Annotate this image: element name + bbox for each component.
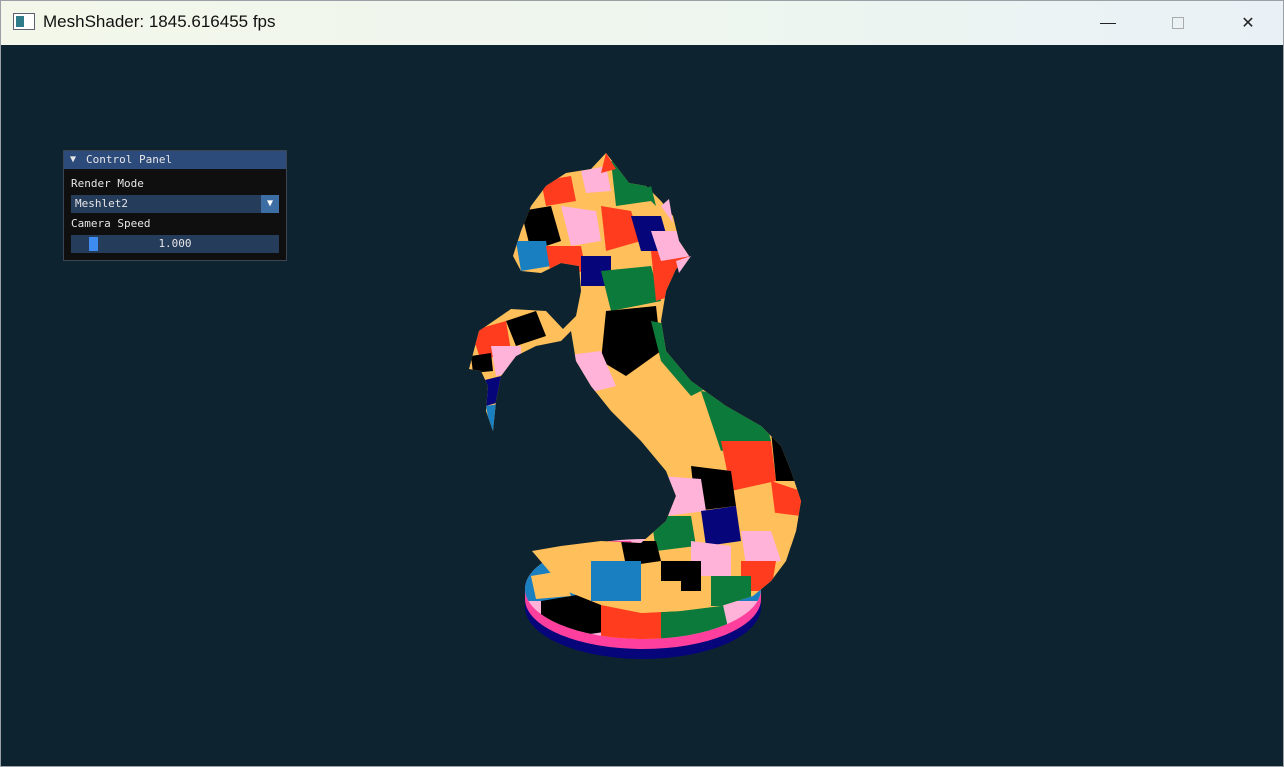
dropdown-arrow-icon[interactable]: ▼	[261, 195, 279, 213]
close-icon: ✕	[1241, 15, 1255, 32]
app-window: MeshShader: 1845.616455 fps ✕ ▼ Control …	[0, 0, 1284, 767]
camera-speed-label: Camera Speed	[71, 217, 151, 230]
maximize-icon	[1172, 17, 1184, 29]
control-panel-header[interactable]: ▼ Control Panel	[64, 151, 286, 169]
maximize-button[interactable]	[1143, 1, 1213, 45]
close-button[interactable]: ✕	[1213, 1, 1283, 45]
app-icon	[13, 13, 35, 30]
render-mode-dropdown[interactable]: Meshlet2 ▼	[71, 195, 279, 213]
title-bar[interactable]: MeshShader: 1845.616455 fps ✕	[1, 1, 1283, 45]
minimize-button[interactable]	[1073, 1, 1143, 45]
control-panel-title: Control Panel	[86, 153, 173, 166]
camera-speed-value: 1.000	[158, 237, 192, 250]
window-title: MeshShader: 1845.616455 fps	[43, 12, 276, 31]
collapse-triangle-icon[interactable]: ▼	[70, 151, 76, 169]
minimize-icon	[1100, 22, 1116, 24]
control-panel: ▼ Control Panel Render Mode Meshlet2 ▼ C…	[63, 150, 287, 261]
render-viewport[interactable]: ▼ Control Panel Render Mode Meshlet2 ▼ C…	[1, 45, 1283, 766]
render-mode-label: Render Mode	[71, 177, 144, 190]
camera-speed-slider[interactable]: 1.000	[71, 235, 279, 253]
render-mode-value: Meshlet2	[75, 197, 128, 210]
